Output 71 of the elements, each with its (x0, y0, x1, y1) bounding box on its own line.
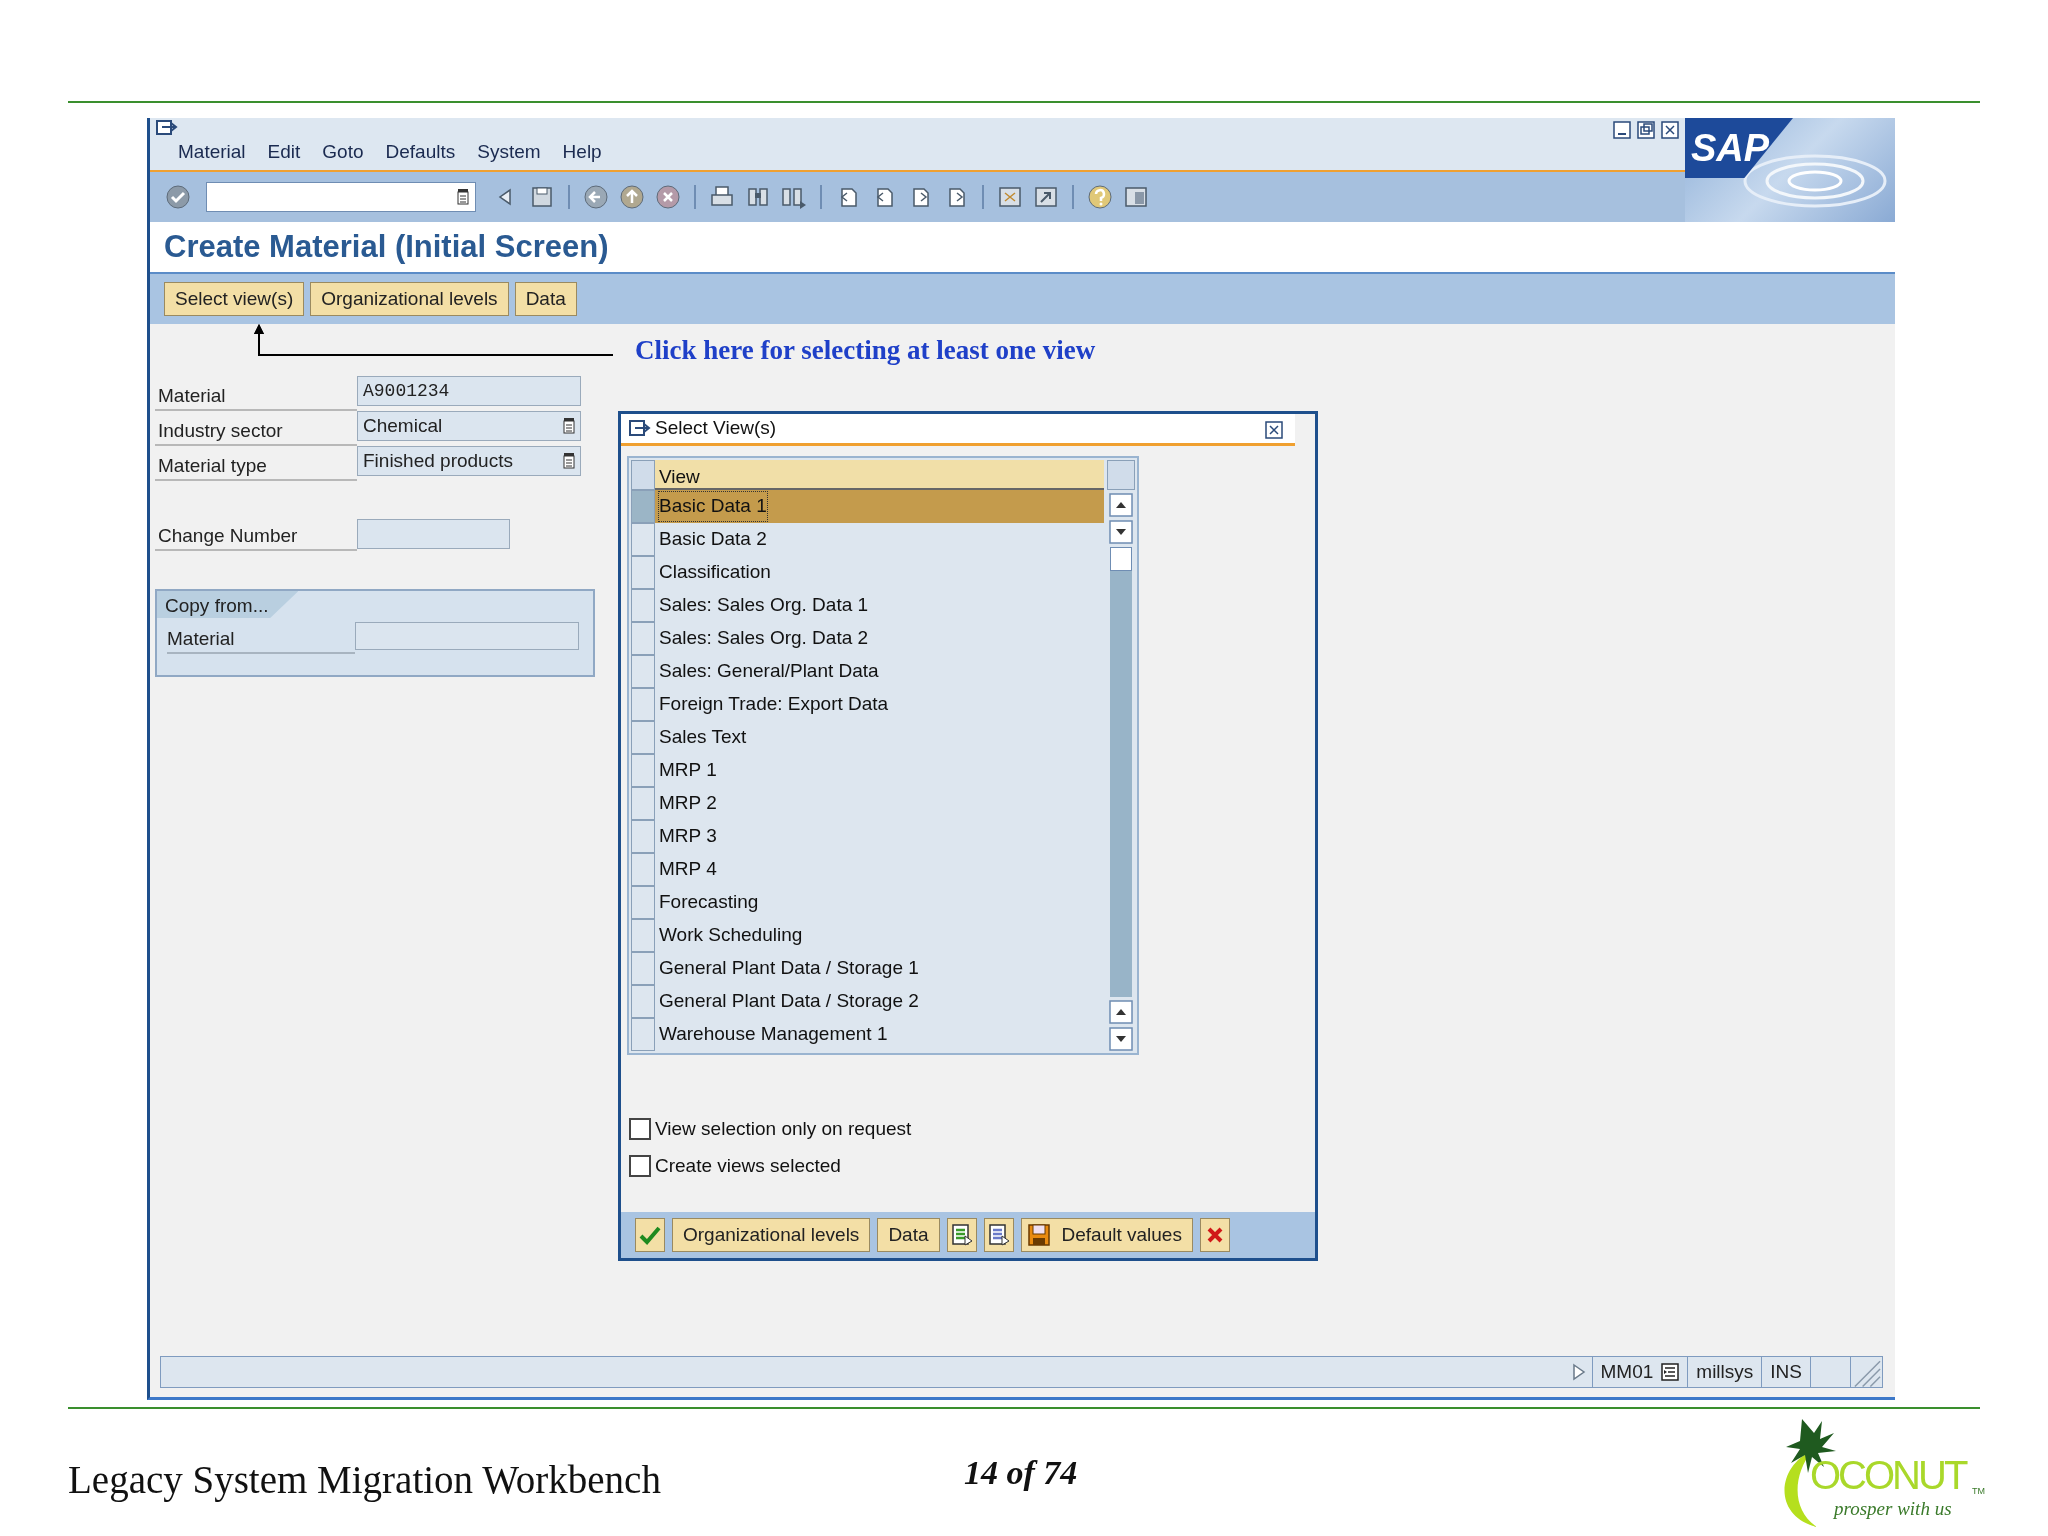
dropdown-field[interactable]: Chemical (357, 411, 581, 441)
page-number: 14 of 74 (964, 1453, 1078, 1493)
menu-item[interactable]: Goto (322, 137, 364, 166)
scroll-up-icon[interactable] (1109, 1000, 1133, 1024)
triangle-icon[interactable] (1571, 1363, 1586, 1381)
back-icon[interactable] (582, 183, 610, 211)
confirm-button[interactable] (635, 1218, 665, 1252)
close-icon[interactable] (1661, 121, 1679, 139)
maximize-icon[interactable] (1637, 121, 1655, 139)
menu-item[interactable]: Edit (267, 137, 301, 166)
list-button[interactable] (946, 1218, 977, 1252)
select-all-cell[interactable] (631, 460, 655, 490)
cancel-button[interactable] (1199, 1218, 1230, 1252)
floppy-icon (1027, 1224, 1050, 1246)
check-icon[interactable] (164, 183, 192, 211)
dropdown-icon (563, 418, 575, 434)
cancel-icon[interactable] (654, 183, 682, 211)
dialog-button[interactable]: Data (877, 1218, 940, 1252)
scrollbar[interactable] (1107, 490, 1135, 1051)
annotation-text: Click here for selecting at least one view (635, 334, 1096, 367)
up-icon[interactable] (618, 183, 646, 211)
screen-title: Create Material (Initial Screen) (164, 227, 609, 266)
logo-tagline: prosper with us (1834, 1499, 1952, 1518)
group-title: Copy from... (157, 591, 299, 618)
list-icon[interactable] (1661, 1363, 1680, 1381)
close-icon[interactable] (1265, 421, 1283, 439)
checkbox[interactable] (629, 1118, 651, 1141)
dropdown-icon (563, 453, 575, 469)
toolbar-button[interactable]: Select view(s) (164, 282, 305, 316)
header-cell (1107, 460, 1135, 490)
scroll-thumb[interactable] (1110, 547, 1132, 571)
logo-wordmark: OCONUT (1810, 1455, 1966, 1495)
menu-item[interactable]: Material (178, 137, 246, 166)
command-field[interactable] (206, 182, 476, 212)
scroll-up-icon[interactable] (1109, 493, 1133, 517)
dialog-title: Select View(s) (655, 416, 777, 441)
cancel-icon (1205, 1226, 1224, 1244)
minimize-icon[interactable] (1613, 121, 1631, 139)
dialog-icon (629, 419, 651, 438)
scroll-down-icon[interactable] (1109, 520, 1133, 544)
footer-title: Legacy System Migration Workbench (68, 1457, 661, 1504)
scroll-down-icon[interactable] (1109, 1027, 1133, 1051)
sap-logo: SAP (1685, 118, 1793, 178)
menu-item[interactable]: System (477, 137, 541, 166)
toolbar-button[interactable]: Data (514, 282, 577, 316)
view-row[interactable]: Basic Data 1 (655, 490, 1104, 523)
menu-icon[interactable] (156, 120, 178, 138)
input-field[interactable] (357, 519, 510, 549)
menu-item[interactable]: Help (562, 137, 602, 166)
check-icon (639, 1225, 661, 1245)
resize-grip-icon[interactable] (1850, 1357, 1882, 1387)
system-name: millsys (1687, 1357, 1762, 1387)
checkbox-label: View selection only on request (655, 1117, 912, 1141)
default-values-button[interactable]: Default values (1020, 1218, 1193, 1252)
checkbox[interactable] (629, 1154, 651, 1177)
menu-item[interactable]: Defaults (385, 137, 456, 166)
input-field[interactable] (355, 622, 579, 650)
checkbox-label: Create views selected (655, 1153, 841, 1178)
input-field[interactable]: A9001234 (357, 376, 581, 406)
help-icon[interactable] (1086, 183, 1114, 211)
list-icon (987, 1224, 1010, 1246)
transaction-code: MM01 (1600, 1359, 1654, 1384)
input-mode: INS (1761, 1357, 1810, 1387)
trademark: TM (1972, 1487, 1985, 1496)
dropdown-icon (457, 189, 469, 205)
column-header[interactable]: View (655, 460, 1104, 490)
dropdown-field[interactable]: Finished products (357, 446, 581, 476)
list-icon (950, 1224, 973, 1246)
toolbar-button[interactable]: Organizational levels (310, 282, 509, 316)
dialog-button[interactable]: Organizational levels (672, 1218, 871, 1252)
list-button[interactable] (983, 1218, 1014, 1252)
